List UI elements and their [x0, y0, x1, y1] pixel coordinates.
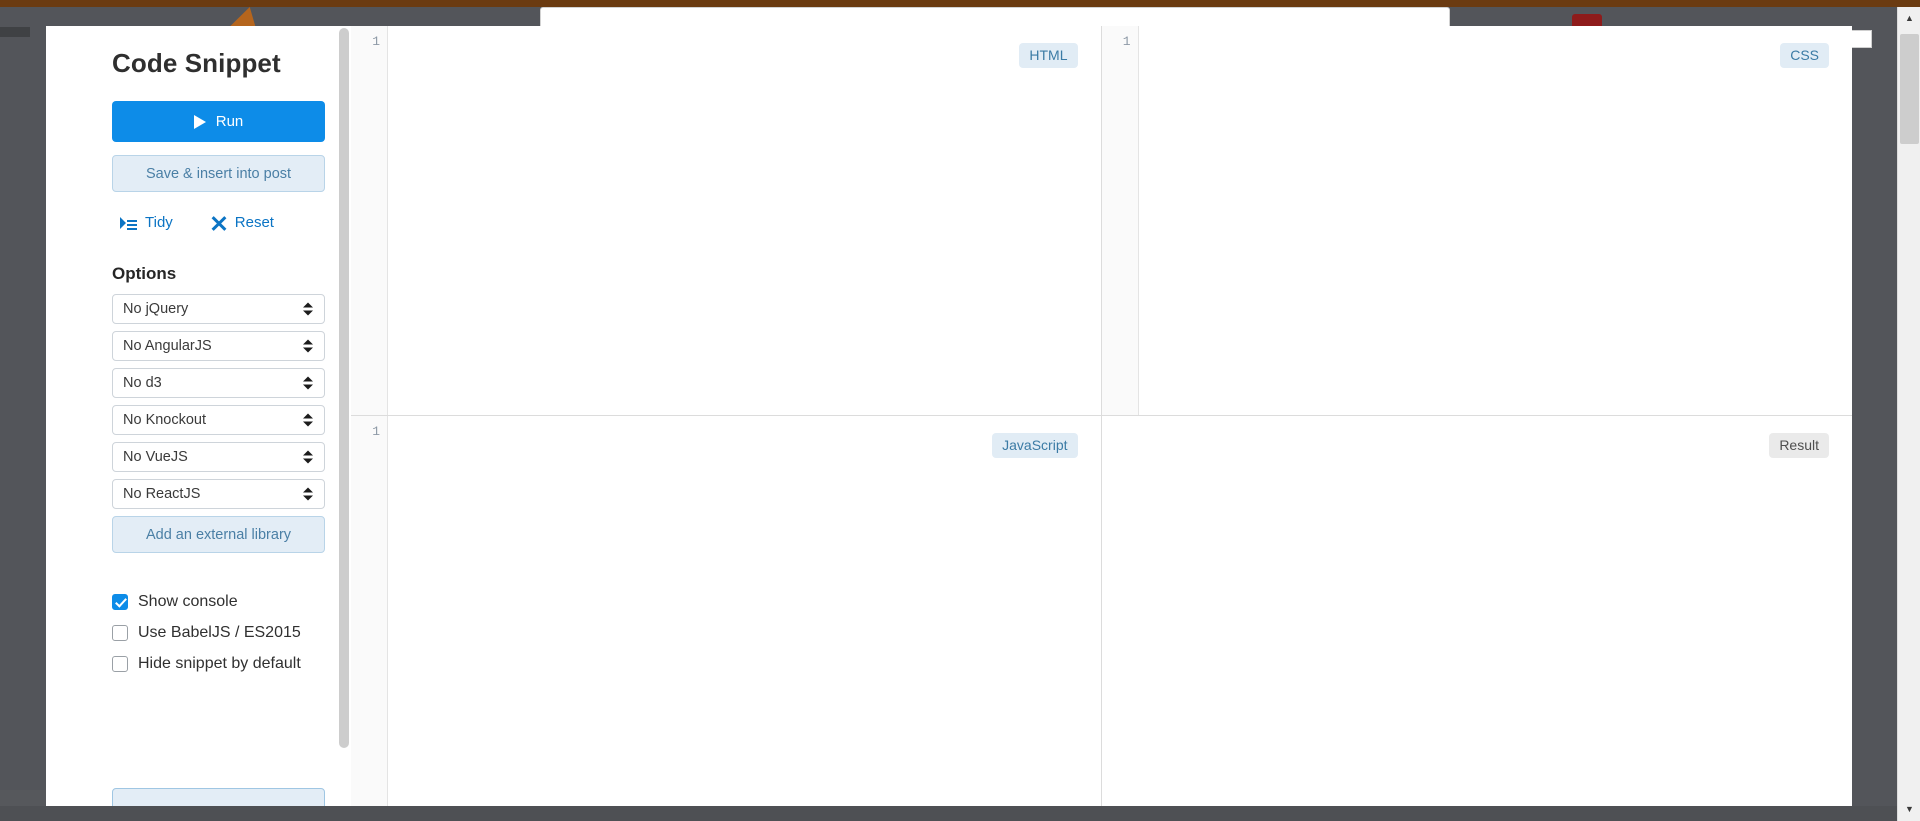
html-line-number: 1 — [372, 34, 380, 49]
javascript-line-number: 1 — [372, 424, 380, 439]
select-angularjs-value: No AngularJS — [123, 338, 212, 354]
editor-grid: 1 HTML 1 CSS 1 JavaScript Result — [351, 26, 1852, 806]
site-topbar — [0, 0, 1920, 7]
window-scrollbar[interactable]: ▲ ▼ — [1897, 7, 1920, 821]
checkbox-row-show-console[interactable]: Show console — [112, 591, 325, 612]
background-left-edge — [0, 27, 30, 37]
use-babeljs-checkbox[interactable] — [112, 625, 128, 642]
use-babeljs-label: Use BabelJS / ES2015 — [138, 624, 301, 642]
scroll-down-arrow-icon[interactable]: ▼ — [1898, 798, 1920, 821]
options-heading: Options — [112, 264, 177, 283]
css-editor-gutter: 1 — [1101, 26, 1139, 415]
chevron-updown-icon — [303, 339, 313, 353]
checkbox-row-babeljs[interactable]: Use BabelJS / ES2015 — [112, 622, 325, 643]
result-pane[interactable]: Result — [1101, 416, 1853, 806]
background-bottom-strip — [0, 806, 1920, 821]
show-console-label: Show console — [138, 593, 238, 610]
chevron-updown-icon — [303, 302, 313, 316]
select-jquery[interactable]: No jQuery — [112, 294, 325, 324]
select-knockout-value: No Knockout — [123, 412, 207, 428]
result-preview[interactable] — [1102, 416, 1853, 806]
tidy-button[interactable]: Tidy — [120, 214, 173, 231]
select-vuejs-value: No VueJS — [123, 449, 188, 465]
reset-button[interactable]: Reset — [211, 214, 274, 231]
chevron-updown-icon — [303, 487, 313, 501]
tidy-label: Tidy — [145, 214, 173, 231]
css-line-number: 1 — [1122, 34, 1131, 49]
play-icon — [193, 114, 206, 129]
javascript-editor-textarea[interactable] — [388, 416, 1101, 806]
add-external-library-label: Add an external library — [145, 526, 292, 543]
add-external-library-button[interactable]: Add an external library — [112, 516, 325, 553]
editor-row-top: 1 HTML 1 CSS — [351, 26, 1852, 416]
css-editor-pane[interactable]: 1 CSS — [1101, 26, 1853, 415]
page-title: Code Snippet — [112, 48, 281, 78]
result-badge[interactable]: Result — [1769, 433, 1829, 458]
select-knockout[interactable]: No Knockout — [112, 405, 325, 435]
show-console-checkbox[interactable] — [112, 594, 128, 610]
close-x-icon — [211, 215, 227, 231]
run-button-label: Run — [215, 113, 244, 130]
select-d3[interactable]: No d3 — [112, 368, 325, 398]
html-badge[interactable]: HTML — [1019, 43, 1078, 68]
page-root: ▲ ▼ Code Snippet Run Save & insert into … — [0, 0, 1920, 821]
save-insert-label: Save & insert into post — [145, 165, 292, 182]
css-badge[interactable]: CSS — [1780, 43, 1829, 68]
chevron-updown-icon — [303, 450, 313, 464]
javascript-badge[interactable]: JavaScript — [992, 433, 1078, 458]
reset-label: Reset — [234, 214, 274, 231]
checkbox-row-hide-snippet[interactable]: Hide snippet by default — [112, 653, 325, 674]
save-insert-button[interactable]: Save & insert into post — [112, 155, 325, 192]
select-d3-value: No d3 — [123, 375, 162, 391]
editor-row-bottom: 1 JavaScript Result — [351, 416, 1852, 806]
chevron-updown-icon — [303, 413, 313, 427]
html-editor-pane[interactable]: 1 HTML — [351, 26, 1102, 415]
snippet-checkbox-group: Show console Use BabelJS / ES2015 Hide s… — [112, 591, 325, 674]
sidebar-bottom-button-partial[interactable] — [112, 788, 325, 806]
run-button[interactable]: Run — [112, 101, 325, 142]
javascript-editor-pane[interactable]: 1 JavaScript — [351, 416, 1102, 806]
javascript-editor-gutter: 1 — [351, 416, 388, 806]
indent-icon — [120, 216, 137, 230]
hide-snippet-label: Hide snippet by default — [138, 655, 301, 673]
code-snippet-modal: Code Snippet Run Save & insert into post… — [46, 26, 1852, 806]
modal-sidebar: Code Snippet Run Save & insert into post… — [46, 26, 351, 806]
select-angularjs[interactable]: No AngularJS — [112, 331, 325, 361]
editor-actions: Tidy Reset — [120, 214, 325, 231]
chevron-updown-icon — [303, 376, 313, 390]
scroll-up-arrow-icon[interactable]: ▲ — [1898, 7, 1920, 30]
select-reactjs[interactable]: No ReactJS — [112, 479, 325, 509]
select-reactjs-value: No ReactJS — [123, 486, 201, 502]
select-jquery-value: No jQuery — [123, 301, 189, 317]
hide-snippet-checkbox[interactable] — [112, 656, 128, 673]
css-editor-textarea[interactable] — [1139, 26, 1853, 415]
sidebar-scrollbar-thumb[interactable] — [339, 28, 349, 748]
html-editor-textarea[interactable] — [388, 26, 1101, 415]
sidebar-scrollbar[interactable] — [337, 26, 351, 806]
window-scrollbar-thumb[interactable] — [1900, 34, 1919, 144]
select-vuejs[interactable]: No VueJS — [112, 442, 325, 472]
html-editor-gutter: 1 — [351, 26, 388, 415]
